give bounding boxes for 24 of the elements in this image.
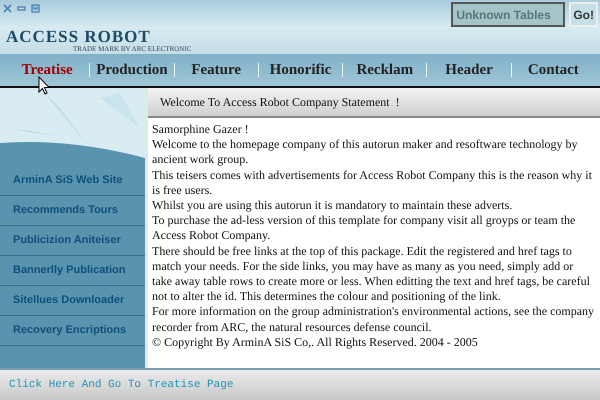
content-paragraph: There should be free links at the top of this package. Edit the registered and href tags to match your needs. For the side links, you may have as many as you need, simply add or take away table rows to create more or less. When editting the text and href tags, be careful not to alter the id. This determines the colour and positioning of the link. [152,244,591,304]
nav-link[interactable]: Feature [191,58,242,82]
content-paragraph: © Copyright By ArminA SiS Co,. All Rights Reserved. 2004 - 2005 [152,334,479,350]
content-paragraph: Whilst you are using this autorun it is mandatory to maintain these adverts. [152,198,514,214]
nav-link[interactable]: Header [445,58,493,82]
content-paragraph: Welcome to the homepage company of this autorun maker and resoftware technology by ancient work group. [152,137,579,168]
nav-link[interactable]: Recklam [356,58,414,82]
footer-link[interactable]: Click Here And Go To Treatise Page [9,376,234,394]
close-icon[interactable] [3,4,12,13]
content-title: Welcome To Access Robot Company Statement ! [160,94,400,111]
nav-link[interactable]: Treatise [22,58,73,82]
nav-link[interactable]: Contact [528,58,579,82]
logo-title: ACCESS ROBOT [6,28,151,45]
content-paragraph: Samorphine Gazer ! [152,122,250,138]
content-paragraph: This teisers comes with advertisements for Access Robot Company this is the reason why it is free users. [152,168,593,198]
minimize-icon[interactable] [17,4,26,13]
content-paragraph: For more information on the group administration's environmental actions, see the company recorder from ARC, the natural resources defense council. [152,304,596,335]
content-paragraph: To purchase the ad-less version of this template for company visit all groyps or team the Access Robot Company. [152,213,576,244]
cursor-icon [38,76,50,95]
nav-link[interactable]: Honorific [270,58,332,82]
search-field[interactable]: Unknown Tables [451,2,566,27]
go-button[interactable]: Go! [569,2,598,27]
maximize-icon[interactable] [31,4,40,13]
nav-link[interactable]: Production [96,58,168,82]
